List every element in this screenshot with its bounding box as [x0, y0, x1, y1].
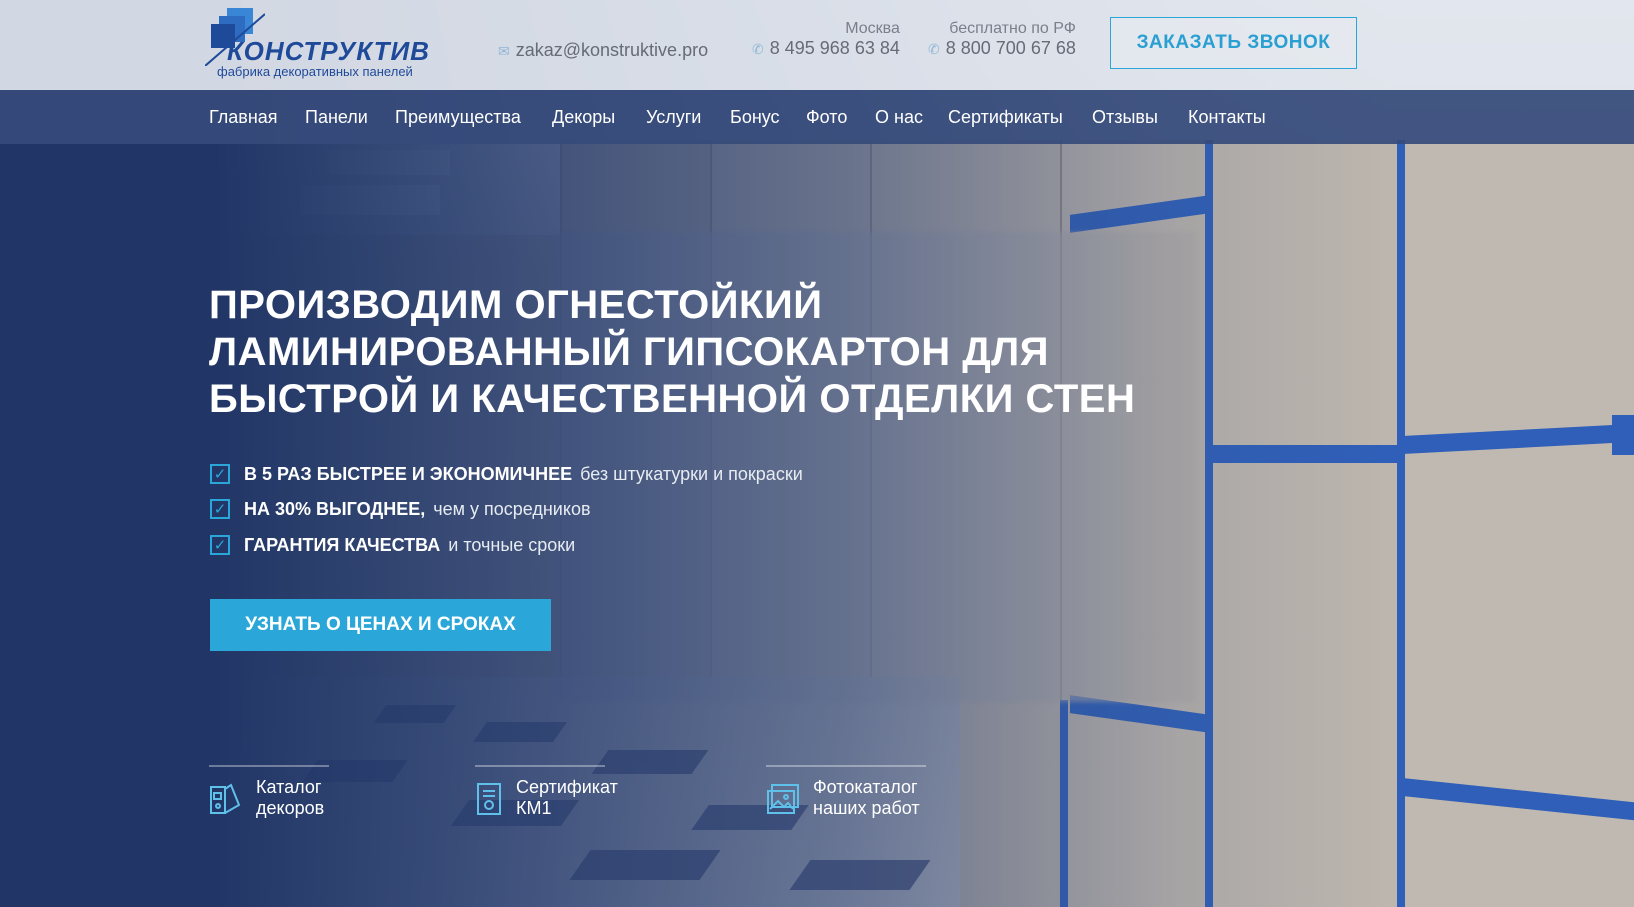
checkbox-check-icon: ✓	[210, 499, 230, 519]
headline-line: ЛАМИНИРОВАННЫЙ ГИПСОКАРТОН ДЛЯ	[209, 330, 1049, 374]
benefit-light: чем у посредников	[433, 498, 591, 519]
benefit-strong: НА 30% ВЫГОДНЕЕ,	[244, 498, 426, 519]
nav-item-contacts[interactable]: Контакты	[1188, 107, 1266, 128]
headline-line: ПРОИЗВОДИМ ОГНЕСТОЙКИЙ	[209, 283, 823, 327]
nav-item-advantages[interactable]: Преимущества	[395, 107, 521, 128]
benefit-light: и точные сроки	[448, 534, 576, 555]
photo-catalog-link[interactable]: Фотокаталог наших работ	[766, 765, 936, 825]
link-text: Сертификат КМ1	[516, 777, 618, 819]
phone-icon: ✆	[752, 41, 764, 57]
email-text: zakaz@konstruktive.pro	[515, 40, 709, 60]
benefit-light: без штукатурки и покраски	[580, 463, 803, 484]
checkbox-check-icon: ✓	[210, 535, 230, 555]
catalog-icon	[210, 783, 241, 814]
phone-icon: ✆	[928, 41, 940, 57]
benefit-item: ✓ В 5 РАЗ БЫСТРЕЕ И ЭКОНОМИЧНЕЕ без штук…	[210, 461, 803, 487]
phone-moscow-label: Москва	[845, 20, 900, 37]
main-nav: Главная Панели Преимущества Декоры Услуг…	[0, 90, 1634, 144]
phone-moscow[interactable]: Москва ✆ 8 495 968 63 84	[752, 20, 900, 59]
nav-item-reviews[interactable]: Отзывы	[1092, 107, 1158, 128]
email-link[interactable]: ✉ zakaz@konstruktive.pro	[498, 40, 708, 61]
nav-item-services[interactable]: Услуги	[646, 107, 701, 128]
callback-button[interactable]: ЗАКАЗАТЬ ЗВОНОК	[1110, 17, 1357, 69]
link-line: наших работ	[813, 798, 920, 818]
nav-item-decors[interactable]: Декоры	[552, 107, 615, 128]
benefit-strong: ГАРАНТИЯ КАЧЕСТВА	[244, 534, 441, 555]
phone-free-label: бесплатно по РФ	[949, 20, 1076, 37]
company-logo[interactable]: КОНСТРУКТИВ фабрика декоративных панелей	[205, 6, 445, 82]
link-line: Сертификат	[516, 777, 618, 797]
benefit-strong: В 5 РАЗ БЫСТРЕЕ И ЭКОНОМИЧНЕЕ	[244, 463, 573, 484]
benefit-item: ✓ ГАРАНТИЯ КАЧЕСТВА и точные сроки	[210, 532, 575, 558]
link-text: Каталог декоров	[256, 777, 324, 819]
phone-free[interactable]: бесплатно по РФ ✆ 8 800 700 67 68	[928, 20, 1076, 59]
nav-item-photo[interactable]: Фото	[806, 107, 847, 128]
link-line: Каталог	[256, 777, 322, 797]
logo-name: КОНСТРУКТИВ	[227, 36, 430, 66]
envelope-icon: ✉	[498, 43, 510, 59]
hero-headline: ПРОИЗВОДИМ ОГНЕСТОЙКИЙ ЛАМИНИРОВАННЫЙ ГИ…	[209, 282, 1189, 423]
photo-gallery-icon	[767, 784, 799, 814]
link-line: Фотокаталог	[813, 777, 918, 797]
benefit-item: ✓ НА 30% ВЫГОДНЕЕ, чем у посредников	[210, 496, 591, 522]
nav-item-certificates[interactable]: Сертификаты	[948, 107, 1063, 128]
link-line: декоров	[256, 798, 325, 818]
nav-item-home[interactable]: Главная	[209, 107, 278, 128]
catalog-link[interactable]: Каталог декоров	[209, 765, 334, 825]
headline-line: БЫСТРОЙ И КАЧЕСТВЕННОЙ ОТДЕЛКИ СТЕН	[209, 377, 1136, 421]
site-header: КОНСТРУКТИВ фабрика декоративных панелей…	[0, 0, 1634, 90]
link-text: Фотокаталог наших работ	[813, 777, 920, 819]
prices-and-terms-button[interactable]: УЗНАТЬ О ЦЕНАХ И СРОКАХ	[210, 599, 551, 651]
phone-free-number: 8 800 700 67 68	[945, 38, 1076, 58]
certificate-icon	[477, 783, 501, 815]
nav-item-about[interactable]: О нас	[875, 107, 923, 128]
certificate-link[interactable]: Сертификат КМ1	[475, 765, 635, 825]
nav-item-panels[interactable]: Панели	[305, 107, 368, 128]
nav-item-bonus[interactable]: Бонус	[730, 107, 780, 128]
link-line: КМ1	[516, 798, 552, 818]
logo-tagline: фабрика декоративных панелей	[217, 64, 413, 79]
phone-moscow-number: 8 495 968 63 84	[769, 38, 900, 58]
checkbox-check-icon: ✓	[210, 464, 230, 484]
